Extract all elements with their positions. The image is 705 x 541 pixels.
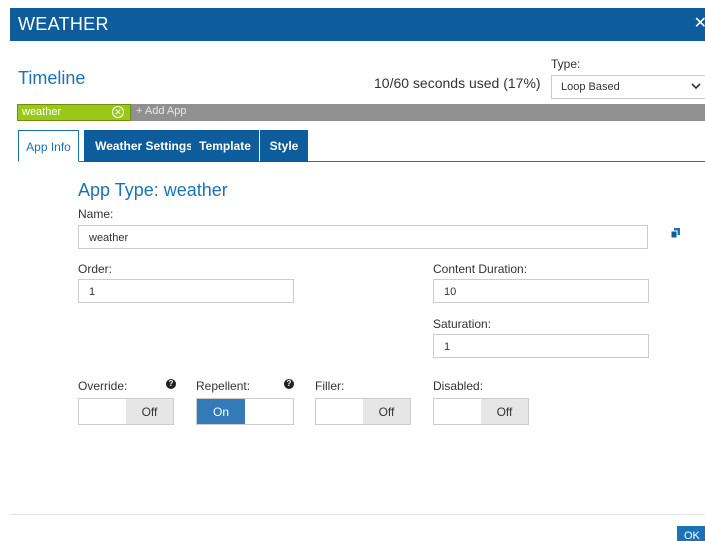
footer-divider [10,514,705,515]
override-label: Override: [78,379,128,393]
disabled-toggle-state: Off [481,399,528,424]
seconds-used-status: 10/60 seconds used (17%) [374,75,541,91]
disabled-toggle[interactable]: Off [433,398,529,425]
app-chip-weather[interactable]: weather ✕ [17,104,131,121]
order-field[interactable]: 1 [78,279,294,303]
app-type-heading: App Type: weather [78,180,228,200]
type-select-value: Loop Based [561,81,620,93]
dialog-title-bar: WEATHER ✕ [10,8,705,41]
repellent-toggle-state: On [197,399,245,424]
dialog-title: WEATHER [18,14,109,34]
ok-button[interactable]: OK [677,526,705,541]
help-icon[interactable]: ? [284,379,294,389]
chevron-down-icon [691,80,701,94]
filler-toggle-state: Off [363,399,410,424]
name-label: Name: [78,207,114,221]
app-chip-label: weather [22,106,62,118]
type-select[interactable]: Loop Based [551,75,705,99]
disabled-label: Disabled: [433,379,484,393]
help-icon[interactable]: ? [166,379,176,389]
add-app-button[interactable]: + Add App [136,105,186,117]
type-label: Type: [551,57,581,71]
tab-style[interactable]: Style [260,130,308,162]
order-label: Order: [78,262,113,276]
saturation-field[interactable]: 1 [433,334,649,358]
tab-template[interactable]: Template [191,130,259,162]
override-toggle-state: Off [126,399,173,424]
name-field[interactable]: weather [78,225,648,249]
timeline-title: Timeline [18,68,86,88]
tab-app-info[interactable]: App Info [18,130,79,162]
content-duration-label: Content Duration: [433,262,528,276]
tab-weather-settings[interactable]: Weather Settings [84,130,204,162]
filler-label: Filler: [315,379,345,393]
override-toggle[interactable]: Off [78,398,174,425]
filler-toggle[interactable]: Off [315,398,411,425]
content-duration-field[interactable]: 10 [433,279,649,303]
tab-bar: App Info Weather Settings Template Style [18,130,705,162]
repellent-label: Repellent: [196,379,251,393]
close-icon[interactable]: ✕ [694,13,705,33]
copy-icon[interactable] [670,226,682,239]
remove-circle-icon[interactable]: ✕ [112,106,124,118]
repellent-toggle[interactable]: On [196,398,294,425]
saturation-label: Saturation: [433,317,492,331]
